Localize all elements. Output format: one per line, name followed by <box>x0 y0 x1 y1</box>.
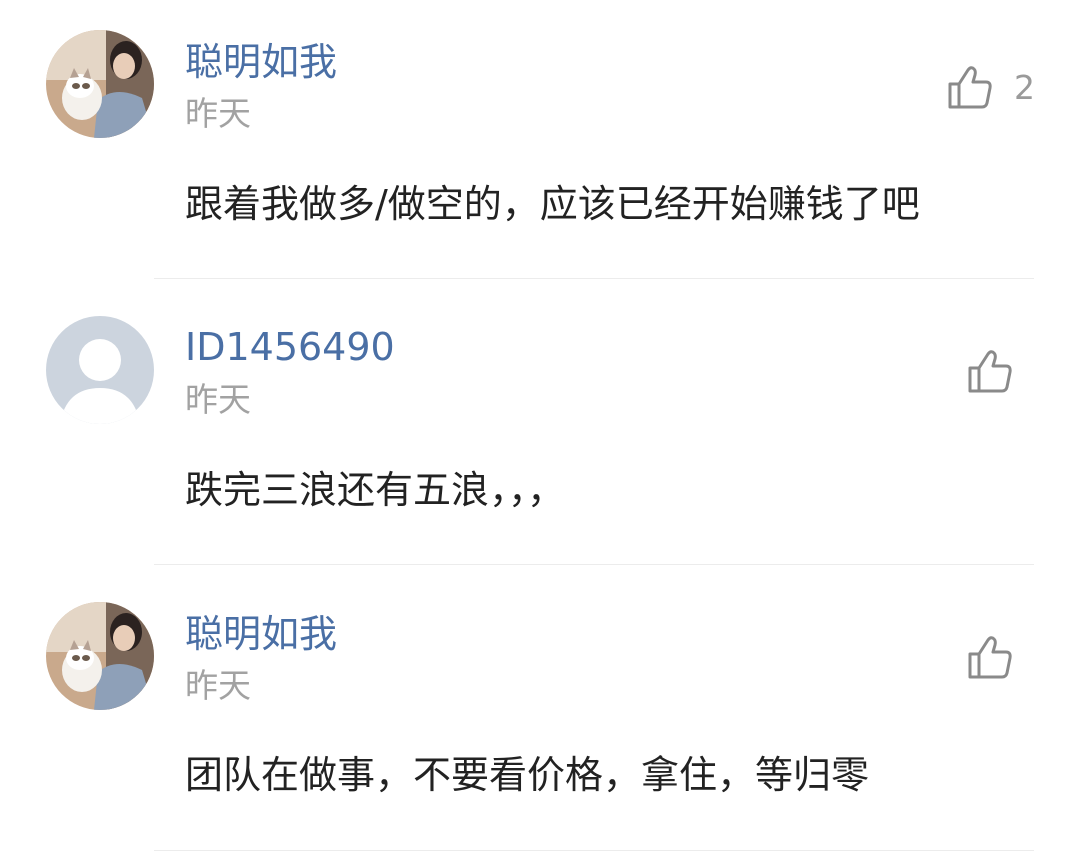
avatar-photo <box>46 602 154 710</box>
comment-content: 团队在做事，不要看价格，拿住，等归零 <box>185 753 870 797</box>
comment-time: 昨天 <box>185 666 251 705</box>
like-button[interactable] <box>966 632 1014 684</box>
divider <box>154 850 1034 851</box>
comment-item: 聪明如我 昨天 团队在做事，不要看价格，拿住，等归零 <box>0 0 1080 859</box>
user-avatar[interactable] <box>46 602 154 710</box>
comment-username[interactable]: 聪明如我 <box>185 612 337 656</box>
thumbs-up-icon <box>968 636 1012 679</box>
